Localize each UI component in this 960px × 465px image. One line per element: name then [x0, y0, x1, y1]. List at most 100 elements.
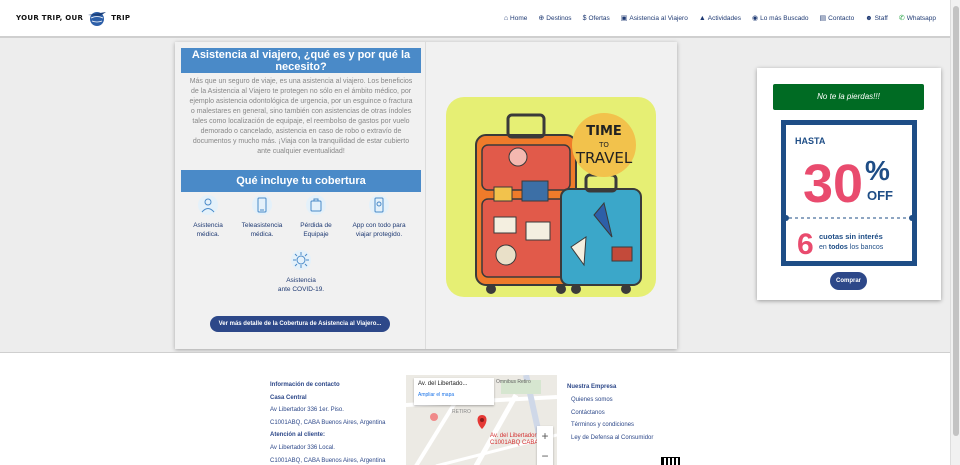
home-icon: ⌂: [503, 14, 509, 22]
coverage-label-line2: Equipaje: [303, 231, 329, 238]
main-nav: ⌂ Home ⊕ Destinos $ Ofertas ▣ Asistencia al …: [504, 14, 936, 23]
buy-button[interactable]: Comprar: [830, 272, 867, 290]
nav-label: Contacto: [828, 14, 855, 22]
nav-asistencia[interactable]: ▣ Asistencia al Viajero: [620, 14, 688, 23]
coverage-item-medical: Asistencia médica.: [179, 194, 237, 239]
nav-label: Whatsapp: [906, 14, 936, 22]
nav-label: Actividades: [707, 14, 742, 22]
coverage-label-line1: Pérdida de: [300, 222, 332, 229]
central-address-1: Av Libertador 336 1er. Piso.: [270, 407, 344, 414]
coverage-label-line2: ante COVID-19.: [277, 286, 325, 293]
qr-code-icon[interactable]: [661, 457, 680, 465]
dollar-icon: $: [582, 14, 587, 22]
nav-label: Home: [510, 14, 528, 22]
link-quienes-somos[interactable]: Quienes somos: [567, 394, 653, 406]
time-to-travel-illustration: TIME TO TRAVEL: [446, 97, 656, 297]
map-street-2: RETIRO: [452, 409, 471, 415]
zoom-in-icon[interactable]: +: [537, 426, 553, 446]
nav-ofertas[interactable]: $ Ofertas: [583, 14, 610, 22]
link-defensa-consumidor[interactable]: Ley de Defensa al Consumidor: [567, 432, 653, 444]
embedded-map[interactable]: Omnibus Retiro RETIRO Av. del Libertado.…: [406, 375, 557, 465]
nav-lo-mas-buscado[interactable]: ◉ Lo más Buscado: [752, 14, 809, 23]
promo-heading: No te la pierdas!!!: [773, 84, 924, 110]
mobile-app-icon: [369, 195, 389, 215]
discount-coupon[interactable]: HASTA 30 % OFF 6 cuotas sin interés en t…: [781, 120, 917, 266]
coverage-label-line1: App con todo para: [352, 222, 406, 229]
coverage-item-covid: Asistencia ante COVID-19.: [272, 249, 330, 294]
coverage-item-luggage: Pérdida de Equipaje: [287, 194, 345, 239]
coverage-label-line2: médica.: [196, 231, 220, 238]
coverage-title: Qué incluye tu cobertura: [181, 170, 421, 192]
client-address-2: C1001ABQ, CABA Buenos Aires, Argentina: [270, 457, 386, 464]
client-title: Atención al cliente:: [270, 432, 326, 439]
link-terminos[interactable]: Términos y condiciones: [567, 419, 653, 431]
mountain-icon: ▲: [698, 14, 706, 22]
coverage-label-line2: médica.: [250, 231, 274, 238]
central-title: Casa Central: [270, 394, 307, 401]
promo-card: No te la pierdas!!! HASTA 30 % OFF 6 cuo…: [757, 68, 941, 300]
luggage-icon: [306, 195, 326, 215]
phone-doctor-icon: [252, 195, 272, 215]
nav-contacto[interactable]: ▤ Contacto: [819, 14, 855, 23]
coupon-cuotas-line2-prefix: en: [819, 244, 827, 251]
svg-text:en todos los banco: en todos los bancos: [819, 244, 884, 251]
scrollbar-thumb[interactable]: [953, 6, 959, 436]
nav-label: Lo más Buscado: [760, 14, 809, 22]
logo-text-right: TRIP: [111, 14, 131, 22]
intro-paragraph: Más que un seguro de viaje, es una asist…: [189, 78, 413, 155]
illustration-column: TIME TO TRAVEL: [426, 42, 677, 349]
map-expand-link[interactable]: Ampliar el mapa: [418, 392, 490, 398]
page-title: Asistencia al viajero, ¿qué es y por qué…: [181, 48, 421, 73]
nav-whatsapp[interactable]: ✆ Whatsapp: [898, 14, 936, 23]
coverage-label-line1: Teleasistencia: [241, 222, 283, 229]
map-zoom-controls[interactable]: + −: [537, 426, 553, 465]
link-contactanos[interactable]: Contáctanos: [567, 407, 653, 419]
coverage-label-line1: Asistencia: [193, 222, 223, 229]
coverage-label-line2: viajar protegido.: [355, 231, 403, 238]
nav-destinos[interactable]: ⊕ Destinos: [538, 14, 572, 23]
coupon-cuotas-line2-bold: todos: [829, 244, 848, 251]
coupon-percent: 30: [803, 154, 863, 214]
brand-logo[interactable]: YOUR TRIP, OUR TRIP: [16, 9, 130, 27]
footer: Información de contacto Casa Central Av …: [0, 352, 950, 465]
globe-plane-icon: [88, 12, 107, 26]
assistance-info-column: Asistencia al viajero, ¿qué es y por qué…: [175, 42, 426, 349]
nav-label: Asistencia al Viajero: [629, 14, 688, 22]
top-navbar: YOUR TRIP, OUR TRIP ⌂ Home ⊕ Destinos $ Ofe…: [0, 0, 950, 38]
map-info-card: Av. del Libertado... Ampliar el mapa: [414, 378, 494, 405]
map-street-1: Omnibus Retiro: [496, 379, 531, 385]
coupon-hasta: HASTA: [795, 136, 826, 146]
company-links-title: Nuestra Empresa: [567, 384, 617, 390]
suitcase-icon: ▣: [620, 15, 628, 22]
illustration-text-time: TIME: [586, 124, 622, 139]
nav-home[interactable]: ⌂ Home: [504, 14, 528, 22]
nav-actividades[interactable]: ▲ Actividades: [699, 14, 741, 22]
virus-icon: [291, 250, 311, 270]
coverage-item-app: App con todo para viajar protegido.: [342, 194, 416, 239]
user-plus-icon: ☻: [865, 14, 873, 22]
nav-label: Staff: [874, 14, 888, 22]
illustration-text-travel: TRAVEL: [575, 149, 633, 167]
contact-card-icon: ▤: [819, 15, 827, 22]
whatsapp-icon: ✆: [898, 15, 905, 22]
coupon-percent-sign: %: [865, 155, 890, 186]
nav-label: Destinos: [546, 14, 572, 22]
coupon-off: OFF: [867, 188, 893, 203]
contact-info: Información de contacto Casa Central Av …: [270, 379, 385, 465]
assistance-panel: Asistencia al viajero, ¿qué es y por qué…: [175, 42, 677, 349]
nav-staff[interactable]: ☻ Staff: [865, 14, 888, 22]
client-address-1: Av Libertador 336 Local.: [270, 444, 335, 451]
page-scrollbar[interactable]: [950, 0, 960, 465]
coupon-cuotas-number: 6: [797, 228, 814, 261]
logo-text-left: YOUR TRIP, OUR: [16, 14, 84, 22]
coupon-cuotas-line1: cuotas sin interés: [819, 232, 883, 241]
illustration-text-to: TO: [598, 141, 609, 149]
company-links: Nuestra Empresa Quienes somos Contáctano…: [567, 381, 653, 444]
nav-label: Ofertas: [588, 14, 610, 22]
coverage-details-button[interactable]: Ver más detalle de la Cobertura de Asist…: [210, 316, 390, 332]
doctor-icon: [198, 195, 218, 215]
central-address-2: C1001ABQ, CABA Buenos Aires, Argentina: [270, 419, 386, 426]
zoom-out-icon[interactable]: −: [537, 446, 553, 465]
map-place-title: Av. del Libertado...: [418, 381, 468, 387]
eye-icon: ◉: [752, 15, 759, 22]
